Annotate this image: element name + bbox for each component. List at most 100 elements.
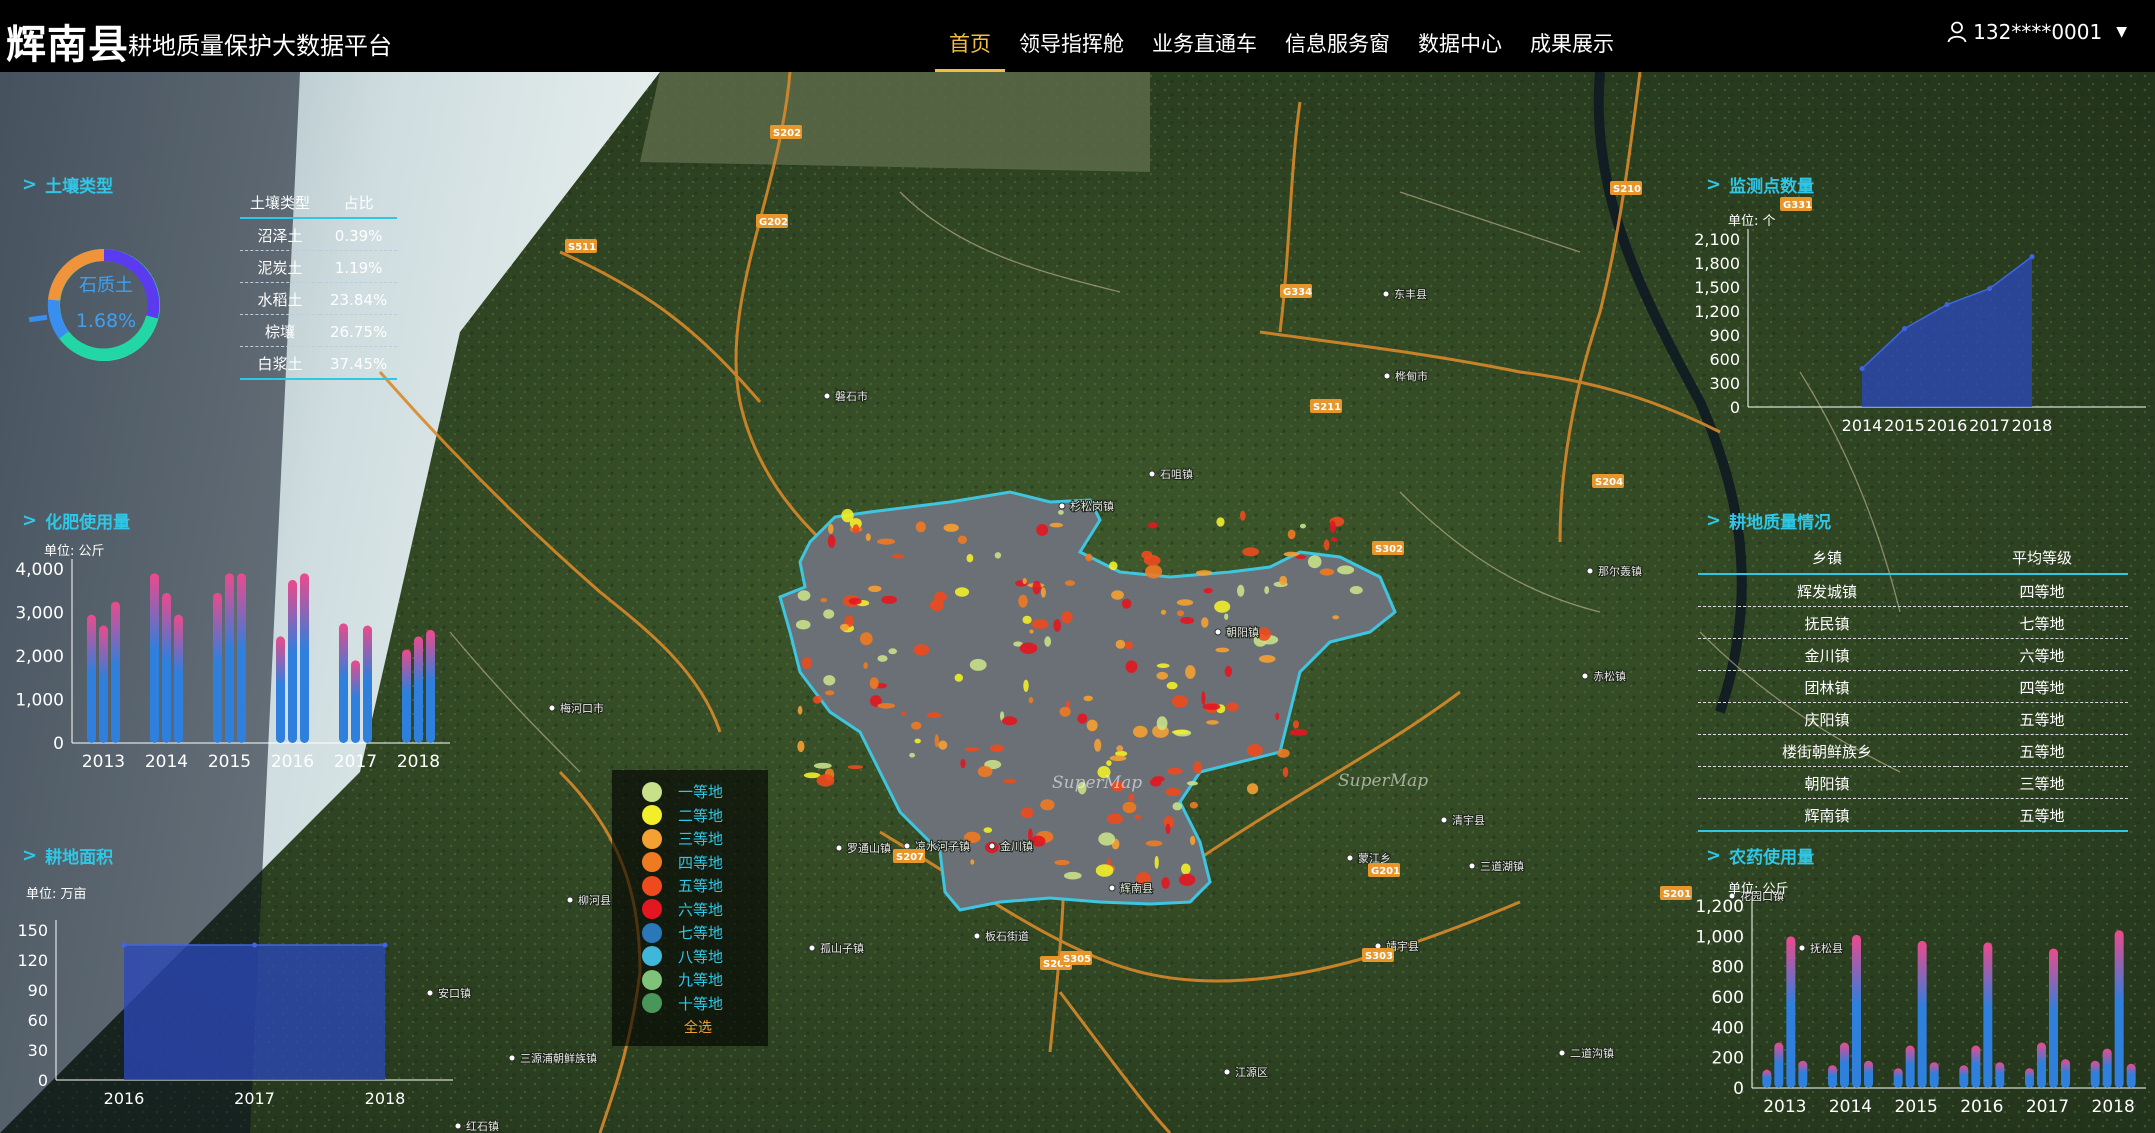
bar[interactable] (1905, 1045, 1915, 1088)
bar[interactable] (288, 579, 297, 743)
land-patch (1292, 720, 1300, 729)
table-row[interactable]: 辉发城镇 四等地 (1698, 574, 2128, 607)
bar[interactable] (276, 636, 285, 743)
bar[interactable] (174, 614, 183, 743)
bar[interactable] (1971, 1045, 1981, 1088)
data-point[interactable] (252, 942, 257, 948)
nav-info-service[interactable]: 信息服务窗 (1271, 0, 1404, 72)
table-row[interactable]: 棕壤 26.75% (240, 314, 398, 347)
bar[interactable] (2102, 1048, 2112, 1088)
legend-item[interactable]: 六等地 (612, 898, 768, 922)
nav-achievements[interactable]: 成果展示 (1516, 0, 1628, 72)
bar[interactable] (1917, 940, 1927, 1088)
bar[interactable] (2025, 1068, 2034, 1088)
monitoring-chart[interactable]: 03006009001,2001,5001,8002,1002014 2015 20… (1680, 225, 2155, 440)
user-menu[interactable]: 132****0001 ▼ (1947, 20, 2127, 44)
legend-item[interactable]: 五等地 (612, 874, 768, 898)
soil-donut-chart[interactable]: 石质土 1.68% (24, 233, 184, 381)
legend-item[interactable]: 四等地 (612, 851, 768, 875)
bar[interactable] (351, 660, 360, 743)
select-all-link[interactable]: 全选 (684, 1017, 768, 1037)
x-tick-label: 2017 (2026, 1097, 2069, 1117)
svg-text:S511: S511 (568, 242, 596, 253)
bar[interactable] (339, 623, 348, 743)
land-patch (1242, 547, 1259, 557)
nav-business-express[interactable]: 业务直通车 (1138, 0, 1271, 72)
bar[interactable] (1786, 936, 1796, 1088)
nav-home[interactable]: 首页 (935, 0, 1005, 72)
bar[interactable] (2061, 1059, 2070, 1088)
pesticide-chart[interactable]: 0 200 400 600 800 1,000 1,200 2013 2014 2015 2016 2… (1680, 892, 2155, 1122)
legend-item[interactable]: 三等地 (612, 827, 768, 851)
legend-item[interactable]: 十等地 (612, 992, 768, 1016)
fertilizer-chart[interactable]: 0 1,000 2,000 3,000 4,000 2013 2014 2015 2016 201… (0, 555, 460, 775)
quality-table: 乡镇 平均等级 辉发城镇 四等地 抚民镇 七等地 金川镇 六等地 团林镇 四等地 庆阳镇… (1698, 542, 2128, 832)
bar[interactable] (1864, 1060, 1873, 1088)
legend-item[interactable]: 二等地 (612, 804, 768, 828)
legend-item[interactable]: 八等地 (612, 945, 768, 969)
nav-leader-cockpit[interactable]: 领导指挥舱 (1005, 0, 1138, 72)
map-watermark-2: SuperMap (1338, 771, 1428, 791)
table-row[interactable]: 楼街朝鲜族乡 五等地 (1698, 734, 2128, 767)
bar[interactable] (1995, 1062, 2005, 1088)
data-point[interactable] (121, 942, 127, 948)
table-row[interactable]: 水稻土 23.84% (240, 282, 398, 315)
bar[interactable] (2090, 1060, 2100, 1088)
bar[interactable] (2049, 948, 2058, 1088)
place-marker (508, 1054, 516, 1062)
bar[interactable] (225, 573, 234, 743)
data-point[interactable] (1859, 366, 1865, 372)
bar[interactable] (300, 573, 309, 743)
bar[interactable] (402, 649, 411, 743)
bar[interactable] (1929, 1062, 1939, 1088)
table-row[interactable]: 白浆土 37.45% (240, 346, 398, 380)
table-row[interactable]: 辉南镇 五等地 (1698, 798, 2128, 832)
bar[interactable] (162, 592, 171, 743)
bar[interactable] (87, 614, 96, 743)
bar[interactable] (1798, 1060, 1808, 1088)
bar[interactable] (1852, 934, 1861, 1088)
x-tick-label: 2018 (2012, 416, 2053, 435)
bar[interactable] (2126, 1063, 2136, 1088)
bar[interactable] (363, 625, 372, 743)
table-row[interactable]: 抚民镇 七等地 (1698, 606, 2128, 639)
bar[interactable] (2037, 1042, 2046, 1089)
legend-item[interactable]: 一等地 (612, 780, 768, 804)
chevron-down-icon[interactable]: ▼ (2116, 24, 2127, 40)
bar[interactable] (426, 629, 435, 743)
bar[interactable] (1828, 1065, 1837, 1088)
y-tick-label: 600 (1709, 350, 1740, 369)
legend-item[interactable]: 七等地 (612, 921, 768, 945)
nav-data-center[interactable]: 数据中心 (1404, 0, 1516, 72)
data-point[interactable] (2029, 254, 2035, 260)
bar[interactable] (111, 601, 120, 743)
bar[interactable] (1959, 1065, 1969, 1088)
table-row[interactable]: 朝阳镇 三等地 (1698, 766, 2128, 799)
chevron-right-icon: > (22, 845, 38, 866)
bar[interactable] (1983, 942, 1993, 1088)
bar[interactable] (414, 636, 423, 743)
table-row[interactable]: 庆阳镇 五等地 (1698, 702, 2128, 735)
monitoring-title: > 监测点数量 (1706, 174, 1815, 197)
place-marker (808, 944, 816, 952)
data-point[interactable] (382, 942, 388, 948)
bar[interactable] (1893, 1068, 1903, 1088)
bar[interactable] (213, 592, 222, 743)
bar[interactable] (1774, 1042, 1784, 1089)
data-point[interactable] (1987, 286, 1992, 292)
farmland-area-chart[interactable]: 0 30 60 90 120 150 2016 2017 2018 (0, 898, 460, 1118)
data-point[interactable] (1902, 326, 1907, 332)
table-row[interactable]: 团林镇 四等地 (1698, 670, 2128, 703)
bar[interactable] (237, 573, 246, 743)
bar[interactable] (1840, 1042, 1849, 1089)
bar[interactable] (99, 625, 108, 743)
table-row[interactable]: 沼泽土 0.39% (240, 218, 398, 251)
bar[interactable] (1762, 1069, 1772, 1088)
table-row[interactable]: 泥炭土 1.19% (240, 250, 398, 283)
land-patch (869, 677, 879, 689)
legend-item[interactable]: 九等地 (612, 968, 768, 992)
bar[interactable] (150, 573, 159, 743)
bar[interactable] (2114, 930, 2124, 1088)
table-row[interactable]: 金川镇 六等地 (1698, 638, 2128, 671)
data-point[interactable] (1944, 302, 1950, 308)
